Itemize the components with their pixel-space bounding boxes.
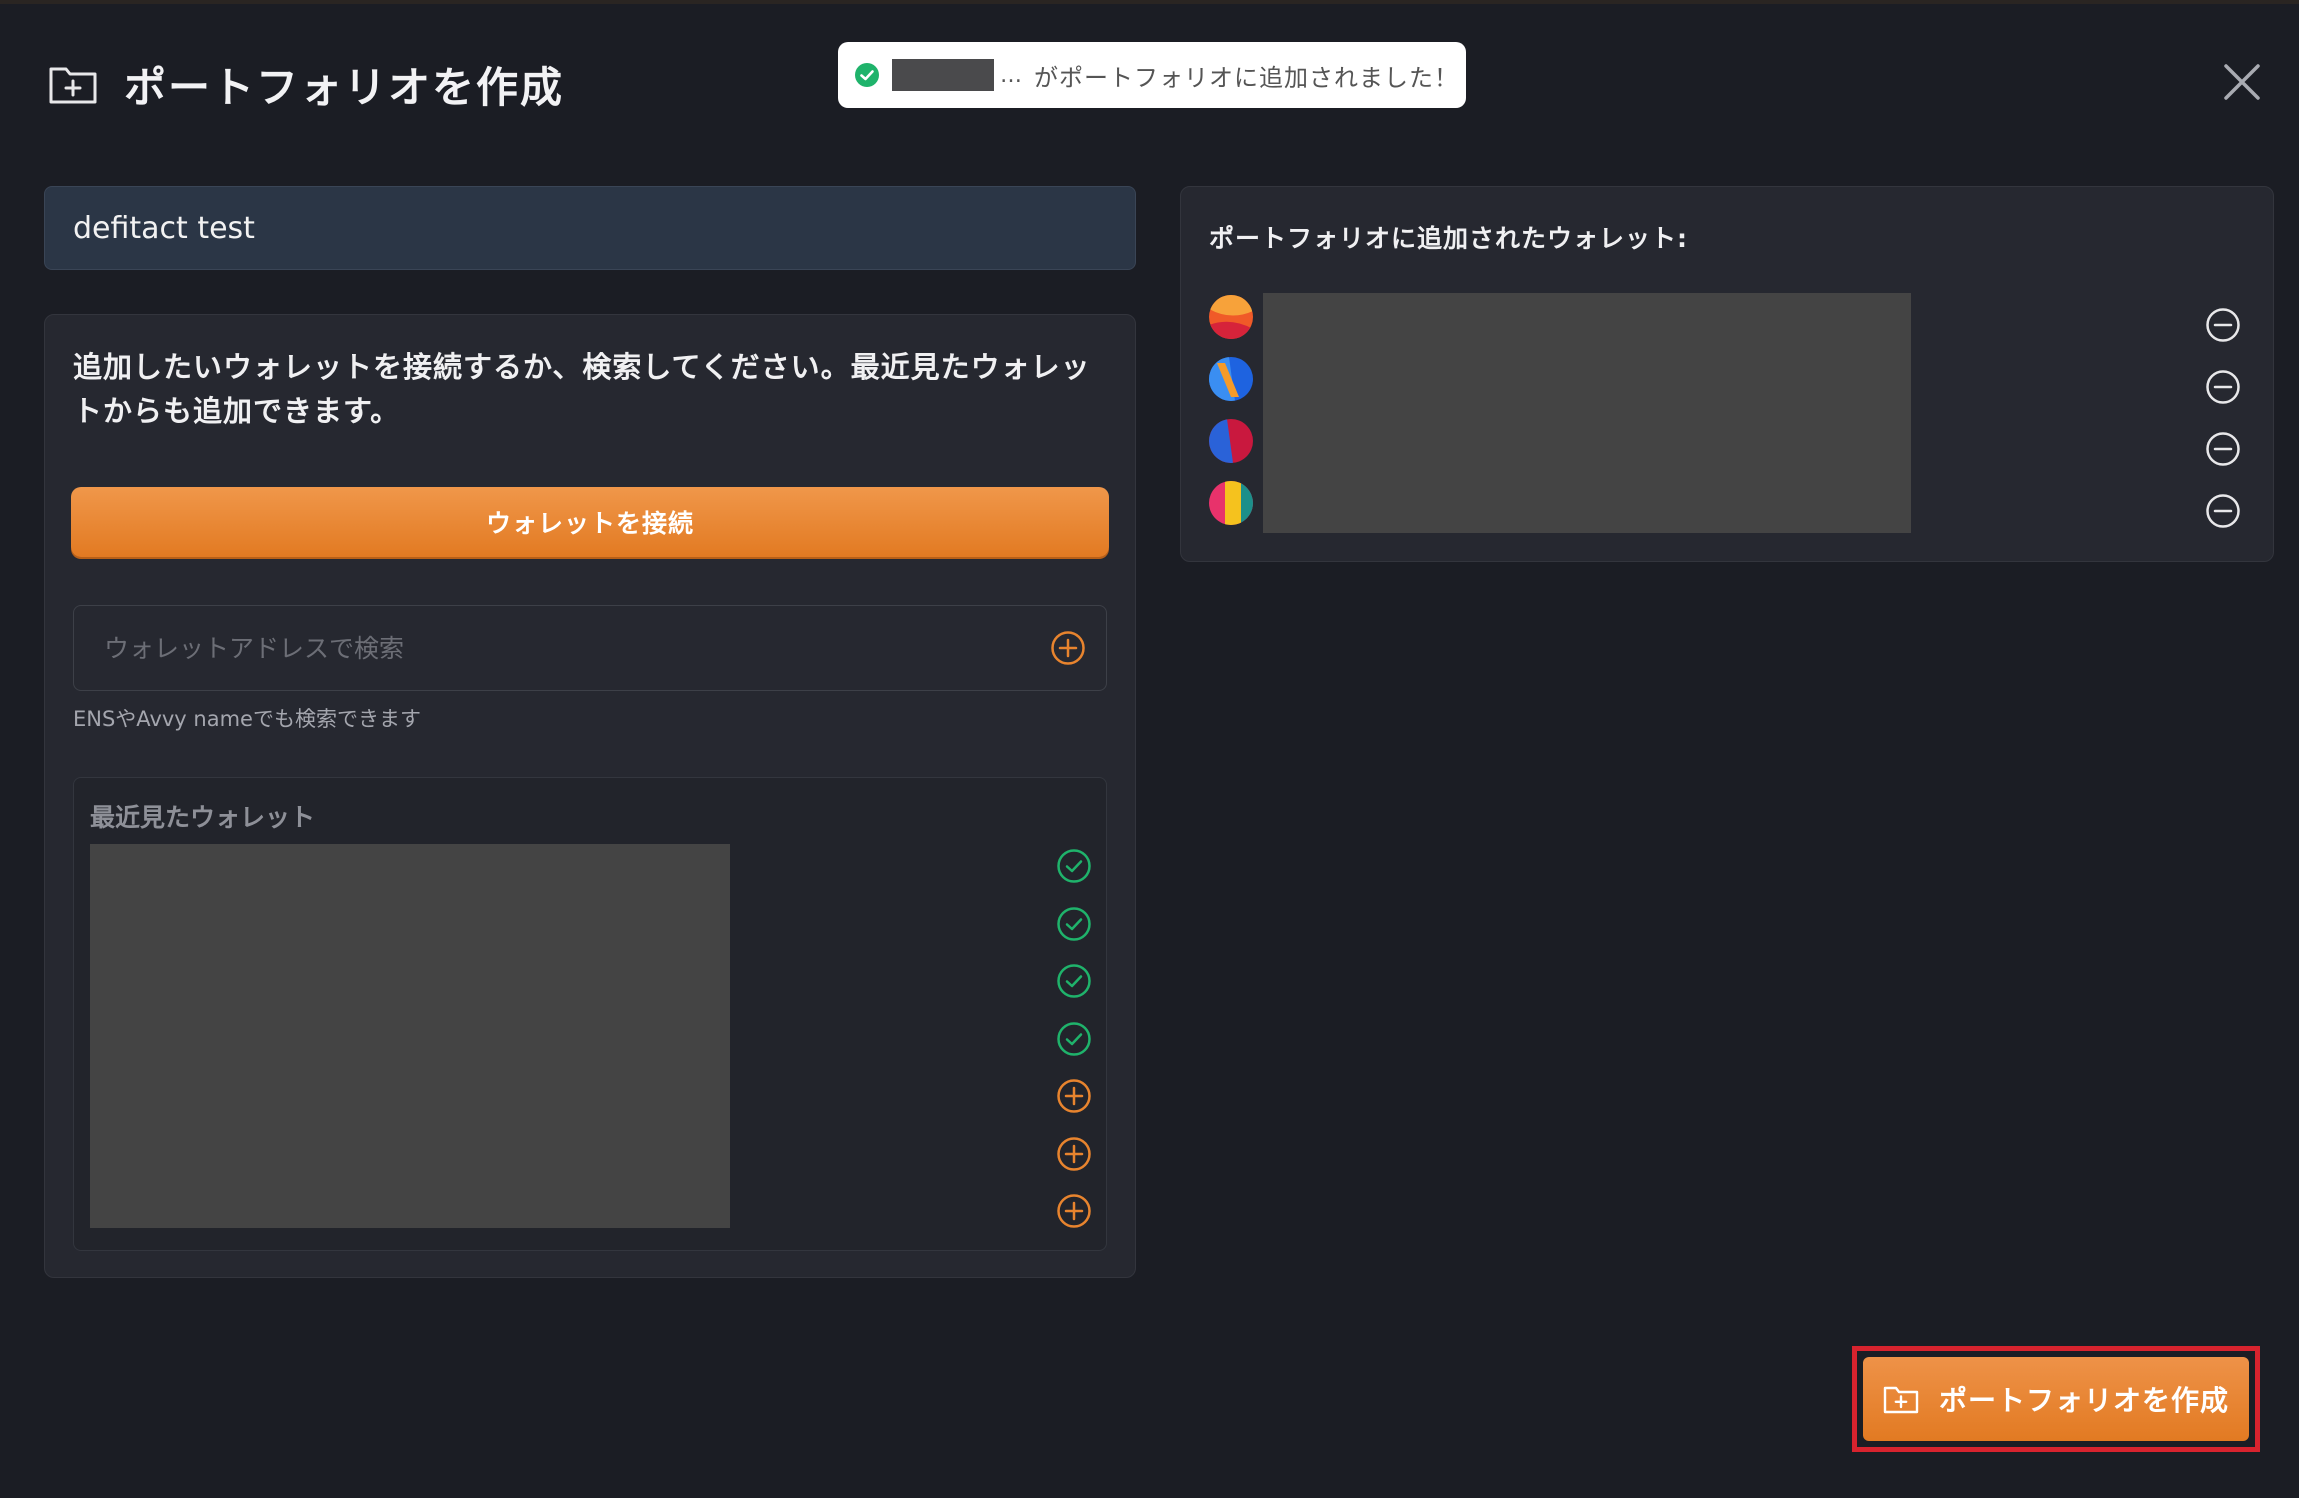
wallet-avatar-1 xyxy=(1209,295,1253,339)
minus-circle-icon[interactable] xyxy=(2205,369,2241,405)
wallet-search-box xyxy=(73,605,1107,691)
wallet-avatar-2 xyxy=(1209,357,1253,401)
wallet-avatar-3 xyxy=(1209,419,1253,463)
plus-circle-icon[interactable] xyxy=(1056,1193,1092,1229)
wallet-avatar-4 xyxy=(1209,481,1253,525)
success-toast: … がポートフォリオに追加されました！ xyxy=(838,42,1466,108)
remove-wallet-list xyxy=(2205,307,2241,555)
wallet-address-search-input[interactable] xyxy=(104,633,1050,663)
create-button-highlight: ポートフォリオを作成 xyxy=(1852,1346,2260,1452)
instructions-text: 追加したいウォレットを接続するか、検索してください。最近見たウォレットからも追加… xyxy=(73,350,1091,428)
check-circle-icon[interactable] xyxy=(1056,848,1092,884)
create-portfolio-button[interactable]: ポートフォリオを作成 xyxy=(1863,1357,2249,1441)
toast-ellipsis: … xyxy=(1000,62,1022,88)
create-portfolio-label: ポートフォリオを作成 xyxy=(1938,1384,2229,1417)
plus-circle-icon[interactable] xyxy=(1050,630,1086,666)
plus-circle-icon[interactable] xyxy=(1056,1136,1092,1172)
check-circle-icon[interactable] xyxy=(1056,906,1092,942)
close-icon[interactable] xyxy=(2218,58,2266,106)
top-edge xyxy=(0,0,2299,4)
recent-wallets-section: 最近見たウォレット xyxy=(73,777,1107,1251)
redacted-added-wallet-list xyxy=(1263,293,1911,533)
minus-circle-icon[interactable] xyxy=(2205,431,2241,467)
wallet-avatar-list xyxy=(1209,295,1253,543)
toast-message: がポートフォリオに追加されました！ xyxy=(1034,63,1459,92)
added-wallets-title: ポートフォリオに追加されたウォレット: xyxy=(1209,224,1688,253)
folder-plus-icon xyxy=(1883,1386,1919,1414)
check-circle-icon xyxy=(855,63,879,87)
plus-circle-icon[interactable] xyxy=(1056,1078,1092,1114)
minus-circle-icon[interactable] xyxy=(2205,307,2241,343)
folder-plus-icon xyxy=(49,67,97,104)
search-hint: ENSやAvvy nameでも検索できます xyxy=(73,707,421,731)
connect-wallet-button[interactable]: ウォレットを接続 xyxy=(71,487,1109,557)
redacted-recent-wallet-list xyxy=(90,844,730,1228)
added-wallets-panel: ポートフォリオに追加されたウォレット: xyxy=(1180,186,2274,562)
check-circle-icon[interactable] xyxy=(1056,963,1092,999)
modal-title: ポートフォリオを作成 xyxy=(124,62,565,112)
check-circle-icon[interactable] xyxy=(1056,1021,1092,1057)
recent-wallets-title: 最近見たウォレット xyxy=(90,803,316,832)
minus-circle-icon[interactable] xyxy=(2205,493,2241,529)
redacted-wallet-name xyxy=(892,59,994,91)
add-wallet-panel: 追加したいウォレットを接続するか、検索してください。最近見たウォレットからも追加… xyxy=(44,314,1136,1278)
recent-wallet-status-list xyxy=(1056,848,1092,1251)
portfolio-name-field[interactable]: defitact test xyxy=(44,186,1136,270)
modal-header: ポートフォリオを作成 xyxy=(48,56,564,112)
